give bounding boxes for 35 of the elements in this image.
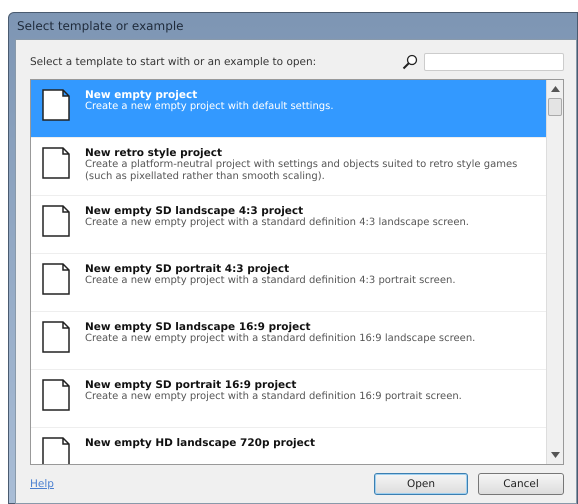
document-icon xyxy=(41,205,71,237)
document-icon xyxy=(41,321,71,353)
template-description: Create a new empty project with a standard definition 4:3 portrait screen. xyxy=(85,275,456,287)
scroll-down-icon[interactable] xyxy=(550,452,560,458)
search-field[interactable] xyxy=(424,53,564,71)
scroll-up-icon[interactable] xyxy=(550,86,560,92)
template-title: New empty SD portrait 4:3 project xyxy=(85,263,290,275)
template-title: New empty SD portrait 16:9 project xyxy=(85,379,298,391)
document-icon xyxy=(41,379,71,411)
template-item[interactable]: New empty SD portrait 16:9 project Create a new empty project with a standard definition 16:9 portrait screen. xyxy=(31,370,546,428)
template-title: New empty SD landscape 4:3 project xyxy=(85,205,304,217)
window-title: Select template or example xyxy=(16,18,185,35)
document-icon xyxy=(41,89,71,121)
template-item[interactable]: New empty SD portrait 4:3 project Create a new empty project with a standard definition 4:3 portrait screen. xyxy=(31,254,546,312)
help-link[interactable]: Help xyxy=(30,478,364,490)
open-button[interactable]: Open xyxy=(374,473,468,495)
template-description: Create a new empty project with a standard definition 16:9 portrait screen. xyxy=(85,391,462,403)
template-item[interactable]: New retro style project Create a platform-neutral project with settings and objects suited to retro style games (such as pixellated rather than smooth scaling). xyxy=(31,138,546,196)
template-item[interactable]: New empty SD landscape 4:3 project Create a new empty project with a standard definition 4:3 landscape screen. xyxy=(31,196,546,254)
instruction-text: Select a template to start with or an example to open: xyxy=(30,56,318,68)
template-title: New empty HD landscape 720p project xyxy=(85,437,316,449)
scroll-thumb[interactable] xyxy=(548,98,562,116)
template-description: Create a new empty project with a standard definition 4:3 landscape screen. xyxy=(85,217,469,229)
cancel-button[interactable]: Cancel xyxy=(478,473,564,495)
template-title: New empty project xyxy=(85,89,198,101)
scrollbar[interactable] xyxy=(546,80,563,464)
document-icon xyxy=(41,263,71,295)
template-description: Create a new empty project with default settings. xyxy=(85,101,334,113)
template-title: New empty SD landscape 16:9 project xyxy=(85,321,312,333)
document-icon xyxy=(41,147,71,179)
template-title: New retro style project xyxy=(85,147,223,159)
template-item[interactable]: New empty SD landscape 16:9 project Create a new empty project with a standard definition 16:9 landscape screen. xyxy=(31,312,546,370)
template-description: Create a new empty project with a standard definition 16:9 landscape screen. xyxy=(85,333,476,345)
search-icon xyxy=(402,54,418,70)
template-description: Create a platform-neutral project with settings and objects suited to retro style games (such as pixellated rather than smooth scaling). xyxy=(85,159,518,183)
